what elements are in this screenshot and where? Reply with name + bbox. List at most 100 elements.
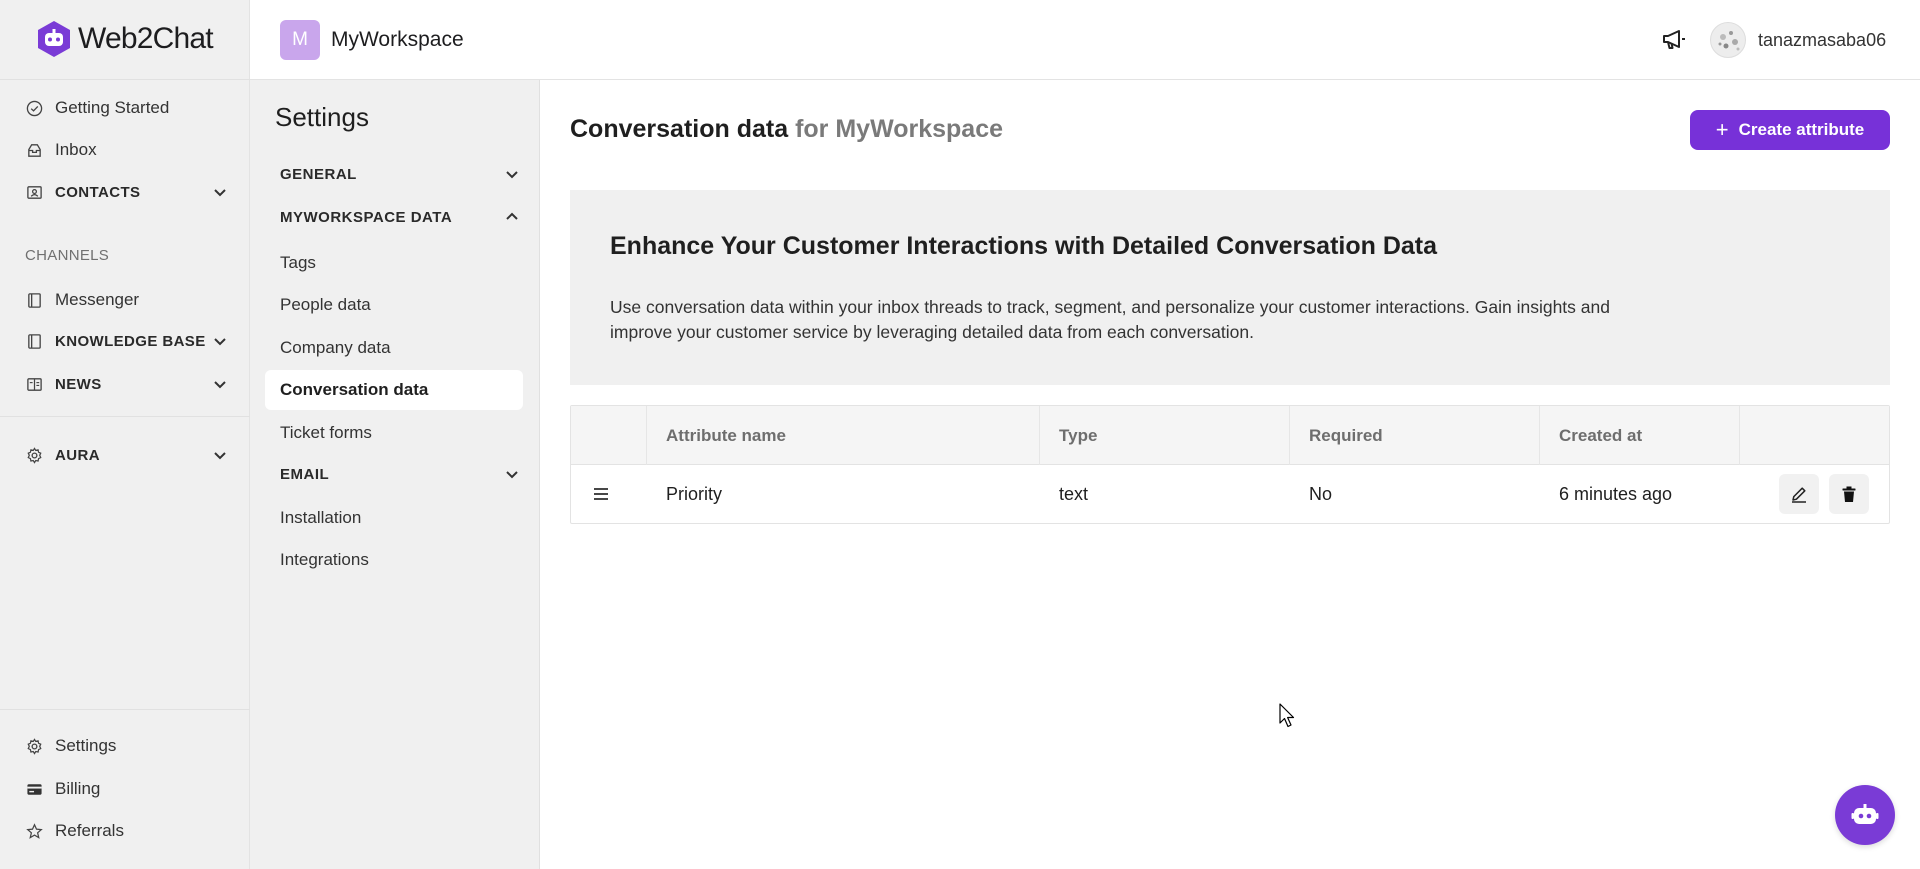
column-header-attribute-name[interactable]: Attribute name (666, 406, 786, 465)
page-title: Conversation data for MyWorkspace (570, 115, 1003, 144)
inbox-icon (25, 141, 43, 159)
create-attribute-button[interactable]: + Create attribute (1690, 110, 1890, 150)
chevron-up-icon (506, 212, 518, 220)
cell-required: No (1309, 483, 1333, 504)
column-divider (1039, 406, 1040, 465)
info-banner: Enhance Your Customer Interactions with … (570, 190, 1890, 385)
banner-heading: Enhance Your Customer Interactions with … (610, 232, 1438, 260)
settings-item-people-data[interactable]: People data (265, 285, 523, 325)
user-name: tanazmasaba06 (1758, 29, 1887, 50)
robot-chat-icon (1851, 804, 1879, 824)
sidebar-item-contacts[interactable]: CONTACTS (0, 172, 250, 212)
megaphone-icon[interactable] (1660, 25, 1688, 53)
check-circle-icon (25, 99, 43, 117)
drag-handle-icon[interactable] (591, 484, 611, 504)
settings-title: Settings (275, 102, 369, 132)
settings-item-label: People data (280, 295, 371, 314)
settings-item-label: Tags (280, 253, 316, 272)
group-label: MYWORKSPACE DATA (280, 208, 453, 226)
attributes-table: Attribute name Type Required Created at … (570, 405, 1890, 524)
topbar-divider (540, 79, 1920, 80)
brand-name: Web2Chat (78, 22, 214, 55)
main-sidebar: Web2Chat Getting Started Inbox CONTACTS … (0, 0, 250, 869)
settings-item-tags[interactable]: Tags (265, 243, 523, 283)
divider (0, 416, 250, 417)
page-title-suffix: for MyWorkspace (795, 115, 1003, 143)
chat-launcher-button[interactable] (1835, 785, 1895, 845)
settings-item-integrations[interactable]: Integrations (265, 540, 523, 580)
pencil-icon (1792, 487, 1806, 503)
book-icon (25, 291, 43, 309)
settings-item-label: Installation (280, 508, 362, 527)
sidebar-item-referrals[interactable]: Referrals (0, 811, 250, 851)
contacts-icon (25, 183, 43, 201)
news-icon (25, 375, 43, 393)
group-general[interactable]: GENERAL (280, 159, 520, 189)
sidebar-item-inbox[interactable]: Inbox (0, 130, 250, 170)
column-divider (646, 406, 647, 465)
settings-item-label: Ticket forms (280, 423, 372, 442)
sidebar-item-label: KNOWLEDGE BASE (55, 332, 206, 350)
sidebar-item-label: Getting Started (55, 98, 170, 117)
sidebar-item-label: CONTACTS (55, 183, 141, 201)
workspace-name: MyWorkspace (331, 27, 464, 51)
chevron-down-icon[interactable] (212, 447, 228, 463)
mouse-cursor-icon (1279, 703, 1295, 728)
sidebar-item-messenger[interactable]: Messenger (0, 280, 250, 320)
workspace-switcher[interactable]: M MyWorkspace (250, 0, 540, 80)
cell-attribute-name: Priority (666, 483, 723, 504)
settings-item-company-data[interactable]: Company data (265, 328, 523, 368)
delete-button[interactable] (1829, 474, 1869, 514)
group-email[interactable]: EMAIL (280, 459, 520, 489)
sidebar-item-label: Settings (55, 736, 117, 755)
chevron-down-icon (506, 471, 518, 479)
gear-icon (25, 446, 43, 464)
chevron-down-icon[interactable] (212, 376, 228, 392)
star-icon (25, 822, 43, 840)
brand-logo[interactable]: Web2Chat (36, 20, 214, 58)
sidebar-item-aura[interactable]: AURA (0, 435, 250, 475)
credit-card-icon (25, 780, 43, 798)
plus-icon: + (1715, 117, 1729, 142)
channels-section-label: CHANNELS (25, 247, 110, 264)
sidebar-item-label: Referrals (55, 821, 124, 840)
cell-type: text (1059, 483, 1089, 504)
group-label: GENERAL (280, 165, 357, 183)
user-menu[interactable]: tanazmasaba06 (1710, 22, 1886, 58)
settings-item-installation[interactable]: Installation (265, 498, 523, 538)
column-divider (1539, 406, 1540, 465)
sidebar-item-news[interactable]: NEWS (0, 364, 250, 404)
sidebar-item-getting-started[interactable]: Getting Started (0, 88, 250, 128)
settings-item-ticket-forms[interactable]: Ticket forms (265, 413, 523, 453)
sidebar-item-label: AURA (55, 446, 100, 464)
sidebar-item-billing[interactable]: Billing (0, 769, 250, 809)
group-label: EMAIL (280, 465, 330, 483)
cell-created-at: 6 minutes ago (1559, 483, 1673, 504)
sidebar-item-label: Inbox (55, 140, 97, 159)
chevron-down-icon (506, 171, 518, 179)
settings-item-label: Company data (280, 338, 391, 357)
create-attribute-label: Create attribute (1738, 120, 1865, 139)
column-header-created-at[interactable]: Created at (1559, 406, 1642, 465)
sidebar-item-label: Billing (55, 779, 101, 798)
chevron-down-icon[interactable] (212, 333, 228, 349)
edit-button[interactable] (1779, 474, 1819, 514)
workspace-avatar: M (280, 19, 320, 60)
column-divider (1289, 406, 1290, 465)
column-divider (1739, 406, 1740, 465)
column-header-type[interactable]: Type (1059, 406, 1097, 465)
group-workspace-data[interactable]: MYWORKSPACE DATA (280, 202, 520, 232)
settings-sidebar: M MyWorkspace Settings GENERAL MYWORKSPA… (250, 0, 540, 869)
settings-item-label: Integrations (280, 550, 369, 569)
column-header-required[interactable]: Required (1309, 406, 1383, 465)
avatar (1710, 22, 1746, 58)
divider (0, 709, 250, 710)
book-icon (25, 332, 43, 350)
settings-item-conversation-data[interactable]: Conversation data (265, 370, 523, 410)
banner-body: Use conversation data within your inbox … (610, 297, 1610, 342)
trash-icon (1842, 486, 1856, 502)
sidebar-item-label: Messenger (55, 290, 140, 309)
sidebar-item-settings[interactable]: Settings (0, 726, 250, 766)
sidebar-item-knowledge-base[interactable]: KNOWLEDGE BASE (0, 321, 250, 361)
chevron-down-icon[interactable] (212, 184, 228, 200)
